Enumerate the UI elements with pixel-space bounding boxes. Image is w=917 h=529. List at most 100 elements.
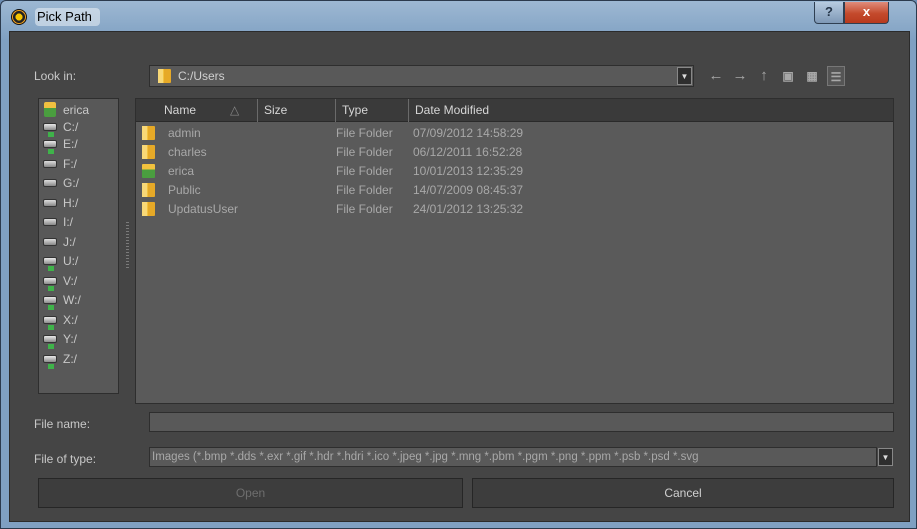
file-type: File Folder — [336, 145, 393, 159]
sidebar-item-i[interactable]: I:/ — [43, 214, 115, 231]
folder-icon — [142, 145, 155, 159]
look-in-combo[interactable]: C:/Users ▼ — [149, 65, 694, 87]
help-button[interactable]: ? — [814, 2, 844, 24]
column-header-type[interactable]: Type — [336, 99, 409, 122]
pick-path-dialog: Pick Path ? x Look in: C:/Users ▼ ← → ↑ … — [0, 0, 917, 529]
close-button[interactable]: x — [844, 2, 889, 24]
drive-icon — [43, 199, 57, 207]
sidebar-item-z[interactable]: Z:/ — [43, 351, 115, 369]
table-row[interactable]: UpdatusUser File Folder 24/01/2012 13:25… — [136, 201, 893, 218]
sidebar-item-erica[interactable]: erica — [43, 102, 115, 119]
file-type: File Folder — [336, 202, 393, 216]
splitter-handle[interactable] — [126, 222, 129, 270]
sidebar-item-h[interactable]: H:/ — [43, 195, 115, 212]
column-header-date[interactable]: Date Modified — [409, 99, 895, 122]
file-type: File Folder — [336, 183, 393, 197]
sidebar-item-u[interactable]: U:/ — [43, 253, 115, 271]
drive-icon — [43, 179, 57, 187]
sidebar-item-f[interactable]: F:/ — [43, 156, 115, 173]
drive-icon — [43, 218, 57, 226]
network-drive-icon — [43, 355, 57, 369]
sidebar-item-label: Z:/ — [63, 352, 77, 366]
drive-icon — [43, 238, 57, 246]
user-folder-icon — [142, 164, 155, 178]
cancel-button[interactable]: Cancel — [472, 478, 894, 508]
network-drive-icon — [43, 335, 57, 349]
network-drive-icon — [43, 257, 57, 271]
folder-icon — [142, 202, 155, 216]
parent-folder-icon[interactable]: ↑ — [755, 66, 773, 86]
table-row[interactable]: admin File Folder 07/09/2012 14:58:29 — [136, 125, 893, 142]
file-type: File Folder — [336, 164, 393, 178]
forward-icon[interactable]: → — [731, 66, 749, 86]
file-name: erica — [168, 164, 195, 178]
list-header: Name △ Size Type Date Modified — [136, 99, 893, 122]
file-date: 10/01/2013 12:35:29 — [413, 164, 524, 178]
file-name-label: File name: — [34, 417, 91, 431]
table-row[interactable]: erica File Folder 10/01/2013 12:35:29 — [136, 163, 893, 180]
open-button[interactable]: Open — [38, 478, 463, 508]
chevron-down-icon[interactable]: ▼ — [878, 448, 893, 466]
file-date: 06/12/2011 16:52:28 — [413, 145, 523, 159]
sidebar-item-j[interactable]: J:/ — [43, 234, 115, 251]
file-name-input[interactable] — [149, 412, 894, 432]
sidebar-item-label: X:/ — [63, 313, 78, 327]
sidebar-item-label: F:/ — [63, 157, 77, 171]
sidebar-item-y[interactable]: Y:/ — [43, 331, 115, 349]
back-icon[interactable]: ← — [707, 66, 725, 86]
sidebar-item-x[interactable]: X:/ — [43, 312, 115, 330]
network-drive-icon — [43, 140, 57, 154]
drive-icon — [43, 160, 57, 168]
title-bar[interactable]: Pick Path ? x — [1, 1, 916, 31]
file-type-combo[interactable]: Images (*.bmp *.dds *.exr *.gif *.hdr *.… — [149, 447, 877, 467]
file-type-label: File of type: — [34, 452, 97, 466]
look-in-label: Look in: — [34, 69, 77, 83]
file-date: 14/07/2009 08:45:37 — [413, 183, 524, 197]
network-drive-icon — [43, 316, 57, 330]
file-name: charles — [168, 145, 207, 159]
sidebar-item-label: G:/ — [63, 176, 80, 190]
file-date: 07/09/2012 14:58:29 — [413, 126, 524, 140]
sidebar: erica C:/ E:/ F:/ G:/ H:/ I:/ J:/ U:/ V:… — [38, 98, 119, 394]
sidebar-item-label: V:/ — [63, 274, 78, 288]
list-view-icon[interactable]: ▦ — [803, 66, 821, 86]
look-in-path: C:/Users — [178, 69, 225, 83]
sidebar-item-label: I:/ — [63, 215, 74, 229]
sidebar-item-label: U:/ — [63, 254, 79, 268]
app-icon — [11, 9, 27, 25]
table-row[interactable]: Public File Folder 14/07/2009 08:45:37 — [136, 182, 893, 199]
folder-icon — [142, 126, 155, 140]
sidebar-item-w[interactable]: W:/ — [43, 292, 115, 310]
file-name: admin — [168, 126, 201, 140]
sidebar-item-label: J:/ — [63, 235, 76, 249]
file-name: UpdatusUser — [168, 202, 239, 216]
network-drive-icon — [43, 123, 57, 137]
folder-icon — [158, 69, 171, 83]
sidebar-item-v[interactable]: V:/ — [43, 273, 115, 291]
network-drive-icon — [43, 296, 57, 310]
file-list[interactable]: Name △ Size Type Date Modified admin Fil… — [135, 98, 894, 404]
folder-icon — [142, 183, 155, 197]
sidebar-item-g[interactable]: G:/ — [43, 175, 115, 192]
file-type: File Folder — [336, 126, 393, 140]
window-title: Pick Path — [35, 8, 100, 26]
column-header-name[interactable]: Name △ — [136, 99, 258, 122]
user-icon — [44, 102, 56, 117]
chevron-down-icon[interactable]: ▼ — [677, 67, 692, 85]
new-folder-icon[interactable]: ▣ — [779, 66, 797, 86]
sidebar-item-label: C:/ — [63, 120, 79, 134]
sort-ascending-icon: △ — [230, 103, 240, 117]
sidebar-item-c[interactable]: C:/ — [43, 119, 115, 137]
table-row[interactable]: charles File Folder 06/12/2011 16:52:28 — [136, 144, 893, 161]
dialog-body: Look in: C:/Users ▼ ← → ↑ ▣ ▦ ☰ erica C:… — [9, 31, 910, 522]
sidebar-item-label: E:/ — [63, 137, 78, 151]
sidebar-item-e[interactable]: E:/ — [43, 136, 115, 154]
sidebar-item-label: H:/ — [63, 196, 79, 210]
network-drive-icon — [43, 277, 57, 291]
file-name: Public — [168, 183, 201, 197]
sidebar-item-label: W:/ — [63, 293, 81, 307]
detail-view-icon[interactable]: ☰ — [827, 66, 845, 86]
sidebar-item-label: Y:/ — [63, 332, 78, 346]
column-header-size[interactable]: Size — [258, 99, 336, 122]
column-label: Name — [164, 103, 197, 117]
